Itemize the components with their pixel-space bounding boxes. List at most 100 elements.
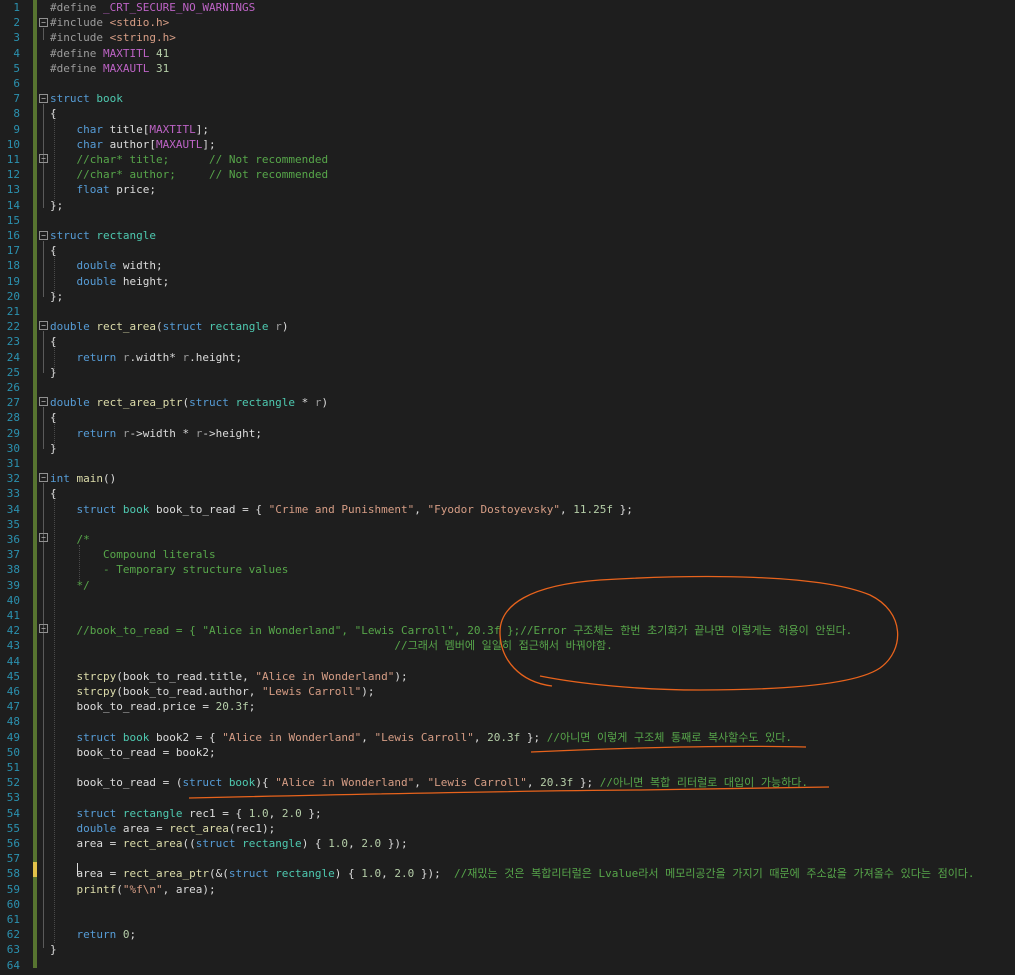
code-line[interactable]: #include <string.h> [50, 30, 176, 45]
code-token: MAXTITL [102, 46, 150, 60]
code-line[interactable]: strcpy(book_to_read.author, "Lewis Carro… [50, 684, 375, 699]
code-line[interactable]: { [50, 486, 57, 501]
line-number: 61 [6, 913, 20, 926]
code-line[interactable]: double area = rect_area(rec1); [50, 821, 276, 836]
code-token: "%f\n" [122, 882, 163, 896]
code-line[interactable]: //그래서 멤버에 일일히 접근해서 바꿔야함. [50, 638, 612, 653]
code-line[interactable]: area = rect_area_ptr(&(struct rectangle)… [50, 866, 974, 881]
code-token: { [261, 776, 276, 790]
fold-toggle-icon[interactable]: − [39, 321, 48, 330]
code-line[interactable]: #define MAXAUTL 31 [50, 61, 169, 76]
code-line[interactable]: struct book book2 = { "Alice in Wonderla… [50, 730, 793, 745]
code-line[interactable]: #include <stdio.h> [50, 15, 169, 30]
code-line[interactable]: { [50, 334, 57, 349]
code-line[interactable]: char author[MAXAUTL]; [50, 137, 216, 152]
code-line[interactable]: #define _CRT_SECURE_NO_WARNINGS [50, 0, 255, 15]
code-line[interactable]: } [50, 365, 57, 380]
code-line[interactable]: printf("%f\n", area); [50, 882, 216, 897]
code-line[interactable]: - Temporary structure values [50, 562, 288, 577]
code-token: { [50, 244, 57, 258]
code-line[interactable]: float price; [50, 182, 157, 197]
code-token: int [50, 472, 77, 486]
line-number: 34 [6, 502, 20, 516]
code-line[interactable]: /* [50, 532, 90, 547]
code-line[interactable]: double height; [50, 274, 170, 289]
code-line[interactable]: strcpy(book_to_read.title, "Alice in Won… [50, 669, 408, 684]
code-line[interactable]: double width; [50, 258, 163, 273]
line-number: 29 [6, 426, 20, 440]
line-number: 23 [6, 335, 20, 349]
code-token: book_to_read = ( [50, 776, 183, 790]
fold-toggle-icon[interactable]: − [39, 533, 48, 542]
line-number: 55 [6, 821, 20, 835]
fold-toggle-icon[interactable]: − [39, 154, 48, 163]
code-line[interactable]: double rect_area_ptr(struct rectangle * … [50, 395, 328, 410]
fold-line [43, 241, 44, 297]
fold-toggle-icon[interactable]: − [39, 397, 48, 406]
code-token: , area); [162, 882, 216, 896]
code-line[interactable]: } [50, 441, 57, 456]
code-line[interactable]: book_to_read = (struct book){ "Alice in … [50, 775, 808, 790]
code-token: , [381, 867, 395, 881]
code-token: "Fyodor Dostoyevsky" [427, 502, 560, 516]
code-line[interactable]: char title[MAXTITL]; [50, 122, 209, 137]
code-line[interactable]: Compound literals [50, 547, 216, 562]
code-editor[interactable]: 1 2 3 4 5 6 7 8 9 10 11 12 13 14 15 16 17 18 19 20 21 22 23 24 2… [0, 0, 1015, 975]
code-line[interactable]: //char* author; // Not recommended [50, 167, 329, 182]
code-line[interactable]: }; [50, 198, 63, 213]
code-line[interactable]: area = rect_area((struct rectangle) { 1.… [50, 836, 407, 851]
code-token: * [301, 396, 315, 410]
code-line[interactable]: book_to_read.price = 20.3f; [50, 699, 255, 714]
code-line[interactable]: book_to_read = book2; [50, 745, 215, 760]
code-token: area = [50, 867, 123, 881]
code-token: #define [50, 46, 103, 60]
code-line[interactable]: return r.width* r.height; [50, 350, 243, 365]
fold-toggle-icon[interactable]: − [39, 18, 48, 27]
code-line[interactable]: struct book book_to_read = { "Crime and … [50, 502, 633, 517]
code-line[interactable]: //book_to_read = { "Alice in Wonderland"… [50, 623, 853, 638]
code-line[interactable]: //char* title; // Not recommended [50, 152, 329, 167]
line-number: 19 [6, 274, 20, 288]
code-token: float [76, 183, 117, 197]
code-token: ]; [195, 122, 209, 136]
code-line[interactable]: #define MAXTITL 41 [50, 46, 169, 61]
code-token: /* [76, 533, 90, 546]
code-line[interactable]: struct rectangle rec1 = { 1.0, 2.0 }; [50, 806, 322, 821]
code-line[interactable]: int main() [50, 471, 116, 486]
code-token: , [268, 806, 282, 820]
code-token: , [348, 837, 362, 850]
line-number: 17 [6, 244, 20, 258]
code-token: (( [182, 837, 196, 850]
code-line[interactable]: double rect_area(struct rectangle r) [50, 319, 288, 334]
code-line[interactable]: { [50, 106, 57, 121]
code-line[interactable]: } [50, 942, 57, 957]
code-token: { [50, 335, 57, 349]
code-token: author[ [109, 137, 156, 151]
line-number: 3 [13, 31, 20, 45]
fold-toggle-icon[interactable]: − [39, 624, 48, 633]
code-token: rect_area [169, 821, 229, 835]
code-line[interactable]: { [50, 410, 57, 425]
fold-toggle-icon[interactable]: − [39, 94, 48, 103]
code-token: rectangle [242, 837, 302, 850]
line-number: 14 [6, 198, 20, 212]
code-line[interactable]: { [50, 243, 57, 258]
code-token: rectangle [235, 396, 302, 410]
code-line[interactable]: return 0; [50, 927, 137, 942]
code-line[interactable]: return r->width * r->height; [50, 426, 262, 441]
code-line[interactable]: */ [50, 578, 90, 593]
code-line[interactable]: }; [50, 289, 63, 304]
code-token: Compound literals [76, 548, 216, 562]
code-line[interactable]: struct book [50, 91, 123, 106]
code-token: .height; [189, 350, 243, 364]
fold-toggle-icon[interactable]: − [39, 231, 48, 240]
code-token: double [50, 396, 97, 410]
code-token: }; [50, 289, 64, 303]
code-line[interactable]: struct rectangle [50, 228, 156, 243]
fold-toggle-icon[interactable]: − [39, 473, 48, 482]
